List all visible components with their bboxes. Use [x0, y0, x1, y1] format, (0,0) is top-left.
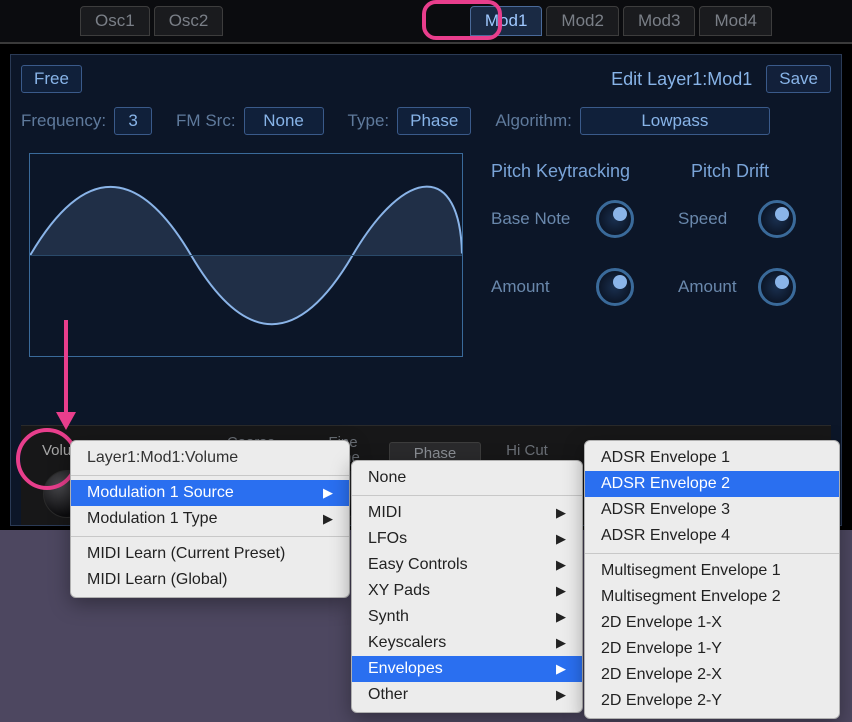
algorithm-label: Algorithm: [495, 111, 572, 131]
menu-item-2d-env-2x[interactable]: 2D Envelope 2-X [585, 662, 839, 688]
tab-osc1[interactable]: Osc1 [80, 6, 150, 36]
menu-item-mseg2[interactable]: Multisegment Envelope 2 [585, 584, 839, 610]
menu-item-none[interactable]: None [352, 465, 582, 491]
chevron-right-icon: ▶ [556, 635, 566, 651]
tab-strip: Osc1 Osc2 Mod1 Mod2 Mod3 Mod4 [0, 0, 852, 44]
frequency-label: Frequency: [21, 111, 106, 131]
chevron-right-icon: ▶ [556, 687, 566, 703]
amount2-label: Amount [678, 277, 748, 297]
chevron-right-icon: ▶ [556, 531, 566, 547]
amount1-label: Amount [491, 277, 586, 297]
save-button[interactable]: Save [766, 65, 831, 93]
tab-osc2[interactable]: Osc2 [154, 6, 224, 36]
chevron-right-icon: ▶ [556, 609, 566, 625]
menu-item-midi-learn-global[interactable]: MIDI Learn (Global) [71, 567, 349, 593]
waveform-icon [30, 154, 462, 357]
submenu-mod-source: None MIDI▶ LFOs▶ Easy Controls▶ XY Pads▶… [351, 460, 583, 713]
menu-item-mod1-type[interactable]: Modulation 1 Type ▶ [71, 506, 349, 532]
fm-src-label: FM Src: [176, 111, 236, 131]
amount2-knob[interactable] [758, 268, 796, 306]
pitch-keytracking-header: Pitch Keytracking [491, 161, 661, 182]
tab-mod4[interactable]: Mod4 [699, 6, 772, 36]
menu-item-mseg1[interactable]: Multisegment Envelope 1 [585, 558, 839, 584]
chevron-right-icon: ▶ [323, 485, 333, 501]
menu-item-synth[interactable]: Synth▶ [352, 604, 582, 630]
tab-mod1[interactable]: Mod1 [470, 6, 543, 36]
menu-item-xy-pads[interactable]: XY Pads▶ [352, 578, 582, 604]
tab-mod3[interactable]: Mod3 [623, 6, 696, 36]
chevron-right-icon: ▶ [556, 661, 566, 677]
fm-src-value[interactable]: None [244, 107, 324, 135]
frequency-value[interactable]: 3 [114, 107, 152, 135]
speed-label: Speed [678, 209, 748, 229]
chevron-right-icon: ▶ [556, 557, 566, 573]
type-value[interactable]: Phase [397, 107, 471, 135]
free-button[interactable]: Free [21, 65, 82, 93]
waveform-display[interactable] [29, 153, 463, 357]
type-label: Type: [348, 111, 390, 131]
menu-header: Layer1:Mod1:Volume [71, 445, 349, 471]
edit-title: Edit Layer1:Mod1 [611, 69, 752, 90]
menu-item-2d-env-2y[interactable]: 2D Envelope 2-Y [585, 688, 839, 714]
context-menu-volume: Layer1:Mod1:Volume Modulation 1 Source ▶… [70, 440, 350, 598]
menu-item-other[interactable]: Other▶ [352, 682, 582, 708]
chevron-right-icon: ▶ [556, 505, 566, 521]
menu-item-adsr1[interactable]: ADSR Envelope 1 [585, 445, 839, 471]
base-note-label: Base Note [491, 209, 586, 229]
amount1-knob[interactable] [596, 268, 634, 306]
menu-item-adsr4[interactable]: ADSR Envelope 4 [585, 523, 839, 549]
pitch-drift-header: Pitch Drift [691, 161, 769, 182]
algorithm-value[interactable]: Lowpass [580, 107, 770, 135]
menu-item-lfos[interactable]: LFOs▶ [352, 526, 582, 552]
menu-item-envelopes[interactable]: Envelopes▶ [352, 656, 582, 682]
menu-item-midi-learn-preset[interactable]: MIDI Learn (Current Preset) [71, 541, 349, 567]
menu-item-keyscalers[interactable]: Keyscalers▶ [352, 630, 582, 656]
chevron-right-icon: ▶ [556, 583, 566, 599]
menu-item-adsr2[interactable]: ADSR Envelope 2 [585, 471, 839, 497]
pitch-section: Pitch Keytracking Pitch Drift Base Note … [491, 161, 831, 330]
menu-item-adsr3[interactable]: ADSR Envelope 3 [585, 497, 839, 523]
chevron-right-icon: ▶ [323, 511, 333, 527]
speed-knob[interactable] [758, 200, 796, 238]
menu-item-2d-env-1x[interactable]: 2D Envelope 1-X [585, 610, 839, 636]
submenu-envelopes: ADSR Envelope 1 ADSR Envelope 2 ADSR Env… [584, 440, 840, 719]
menu-item-2d-env-1y[interactable]: 2D Envelope 1-Y [585, 636, 839, 662]
menu-item-easy-controls[interactable]: Easy Controls▶ [352, 552, 582, 578]
tab-mod2[interactable]: Mod2 [546, 6, 619, 36]
base-note-knob[interactable] [596, 200, 634, 238]
menu-item-midi[interactable]: MIDI▶ [352, 500, 582, 526]
menu-item-mod1-source[interactable]: Modulation 1 Source ▶ [71, 480, 349, 506]
